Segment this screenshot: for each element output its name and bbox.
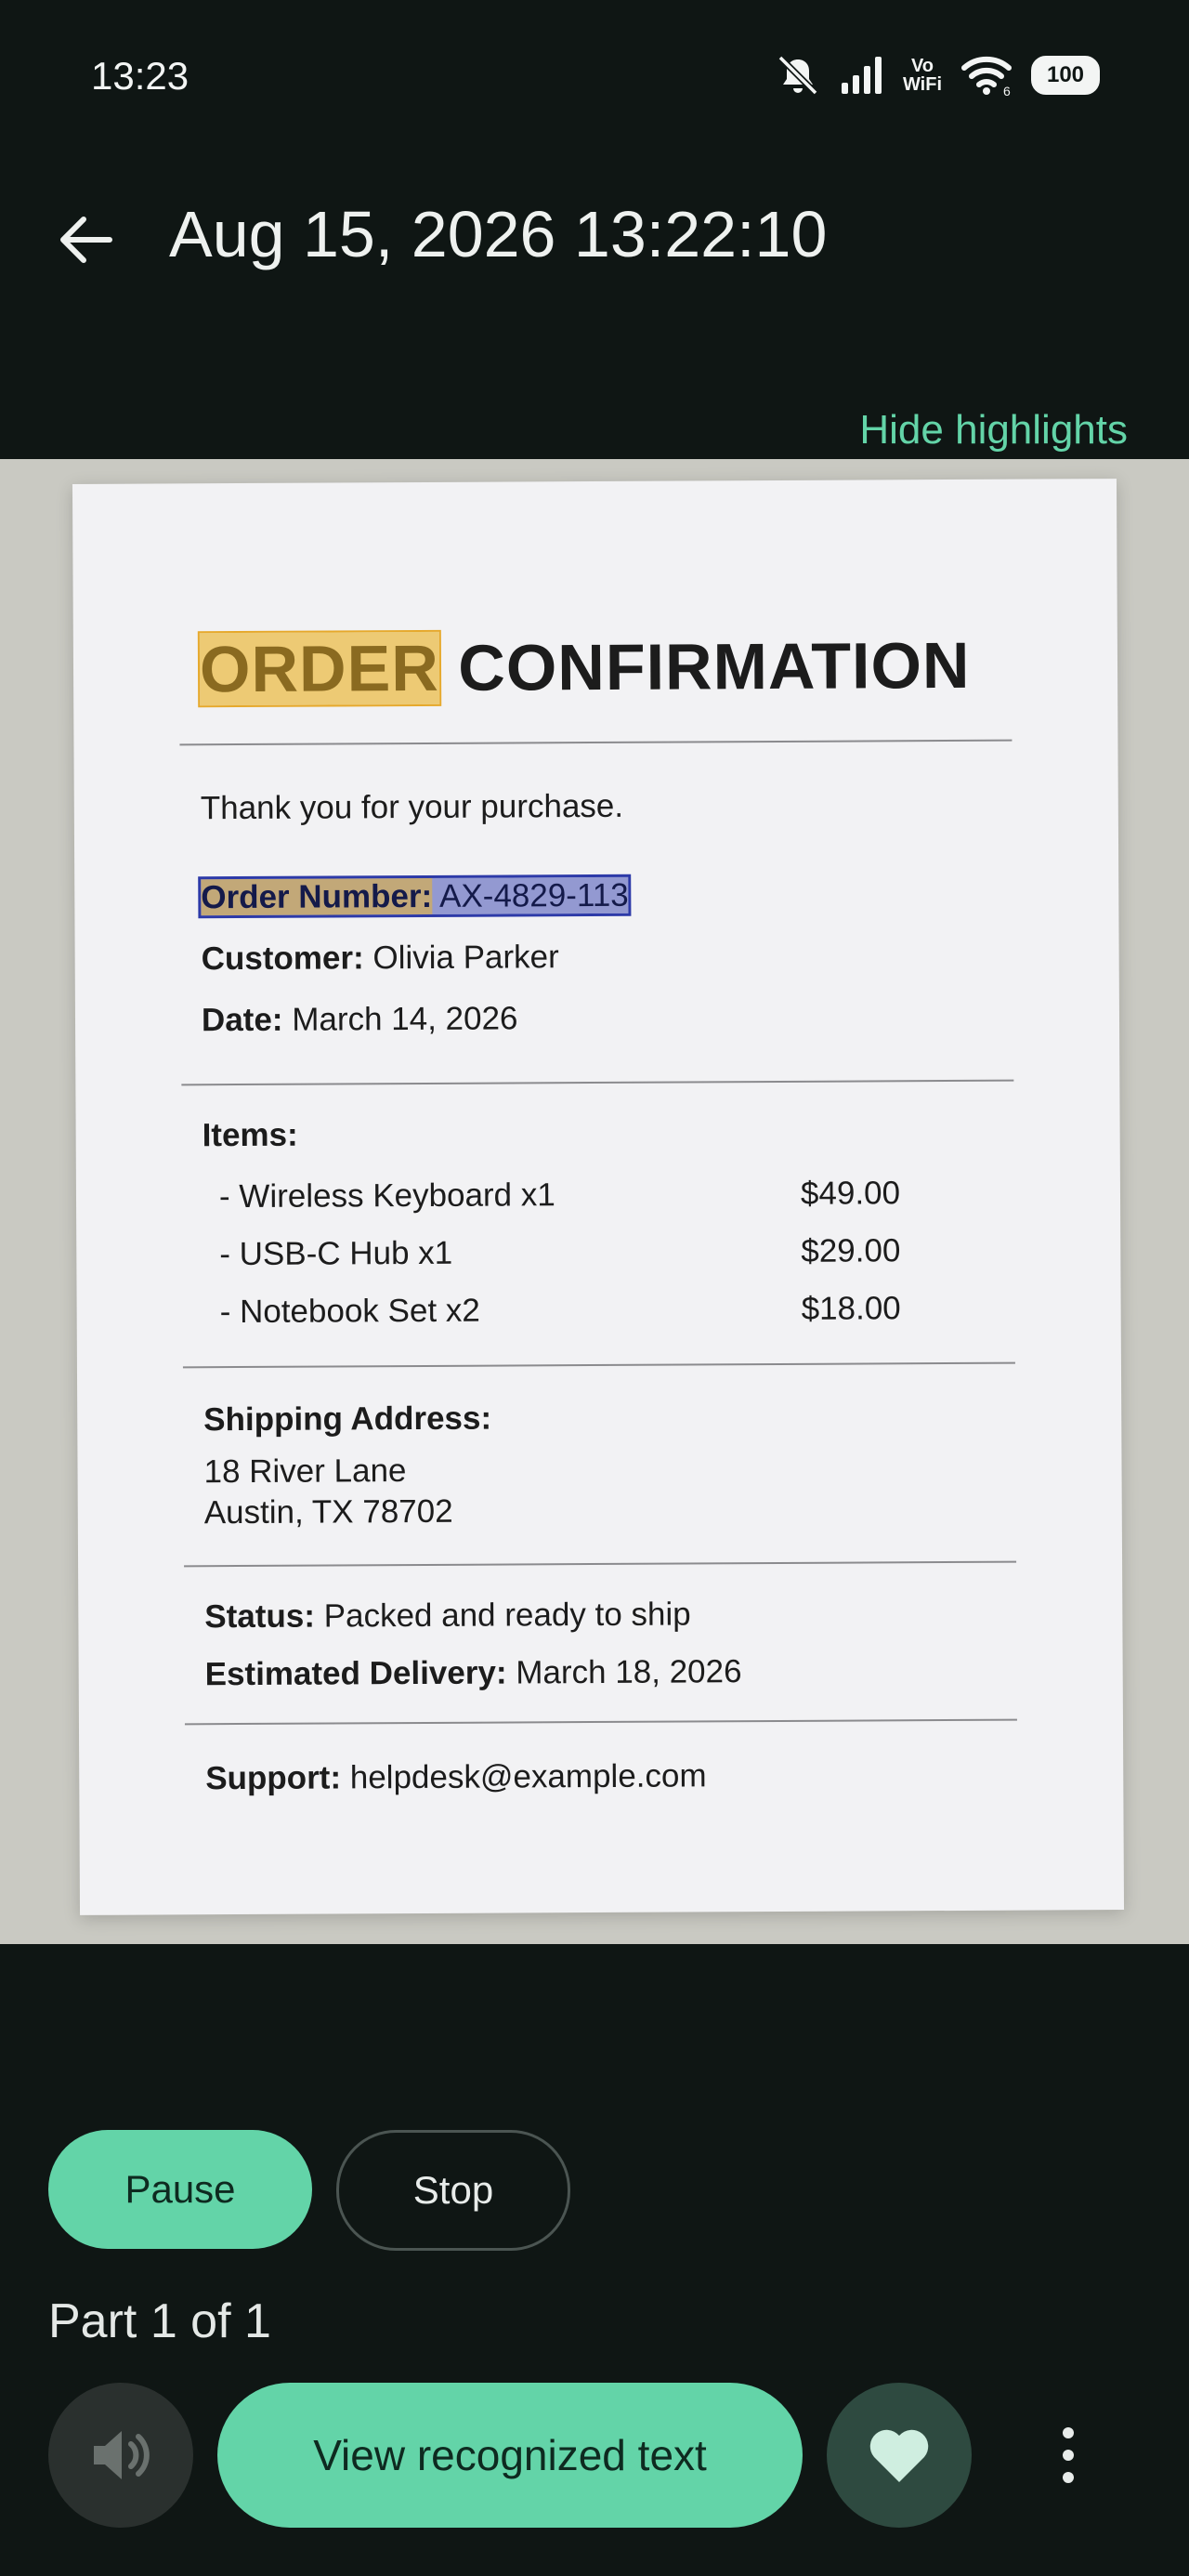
stop-button[interactable]: Stop bbox=[336, 2130, 570, 2251]
status-icons: Vo WiFi 6 100 bbox=[775, 52, 1100, 99]
order-number-value: AX-4829-113 bbox=[438, 876, 629, 914]
delivery-value: March 18, 2026 bbox=[516, 1653, 742, 1691]
signal-icon bbox=[841, 57, 882, 94]
wifi-six-label: 6 bbox=[1003, 84, 1011, 96]
item-price: $29.00 bbox=[801, 1232, 901, 1269]
customer-value: Olivia Parker bbox=[372, 939, 559, 977]
customer-line: Customer: Olivia Parker bbox=[202, 939, 559, 978]
address-line-1: 18 River Lane bbox=[203, 1452, 407, 1491]
favorite-button[interactable] bbox=[827, 2383, 972, 2528]
highlight-order-word: ORDER bbox=[197, 629, 442, 708]
more-options-button[interactable] bbox=[1040, 2416, 1096, 2494]
status-label: Status: bbox=[204, 1597, 316, 1636]
shipping-label: Shipping Address: bbox=[203, 1400, 492, 1439]
item-name: - Wireless Keyboard x1 bbox=[218, 1176, 555, 1216]
support-value: helpdesk@example.com bbox=[349, 1757, 707, 1796]
support-line: Support: helpdesk@example.com bbox=[205, 1757, 707, 1797]
date-line: Date: March 14, 2026 bbox=[202, 1000, 518, 1039]
wifi-icon: 6 bbox=[961, 56, 1012, 96]
hide-highlights-button[interactable]: Hide highlights bbox=[859, 407, 1128, 453]
items-label: Items: bbox=[202, 1116, 298, 1154]
status-time: 13:23 bbox=[91, 54, 189, 98]
highlighted-order-number: Order Number: AX-4829-113 bbox=[198, 874, 632, 919]
delivery-line: Estimated Delivery: March 18, 2026 bbox=[205, 1653, 742, 1693]
item-price: $18.00 bbox=[801, 1290, 901, 1327]
heading-confirmation: CONFIRMATION bbox=[458, 628, 971, 704]
divider bbox=[184, 1560, 1017, 1568]
document-heading: ORDER CONFIRMATION bbox=[197, 628, 971, 708]
divider bbox=[181, 1079, 1014, 1086]
vowifi-top: Vo bbox=[910, 56, 934, 76]
delivery-label: Estimated Delivery: bbox=[204, 1654, 507, 1693]
arrow-left-icon bbox=[60, 217, 112, 263]
customer-label: Customer: bbox=[201, 940, 364, 978]
order-number-line: Order Number: AX-4829-113 bbox=[198, 874, 632, 919]
vowifi-icon: Vo WiFi bbox=[903, 57, 942, 94]
page-title: Aug 15, 2026 13:22:10 bbox=[169, 198, 828, 270]
divider bbox=[182, 1361, 1015, 1369]
vowifi-bottom: WiFi bbox=[902, 74, 942, 95]
status-value: Packed and ready to ship bbox=[323, 1596, 691, 1635]
more-dot bbox=[1063, 2472, 1074, 2483]
item-price: $49.00 bbox=[800, 1175, 901, 1212]
divider bbox=[179, 739, 1013, 746]
back-button[interactable] bbox=[52, 206, 119, 273]
item-name: - Notebook Set x2 bbox=[219, 1292, 480, 1331]
document-page: ORDER CONFIRMATION Thank you for your pu… bbox=[72, 479, 1125, 1915]
address-line-2: Austin, TX 78702 bbox=[203, 1492, 453, 1531]
thanks-text: Thank you for your purchase. bbox=[200, 787, 624, 827]
date-label: Date: bbox=[201, 1001, 283, 1039]
speaker-icon bbox=[94, 2431, 150, 2479]
status-line: Status: Packed and ready to ship bbox=[204, 1596, 691, 1636]
part-indicator: Part 1 of 1 bbox=[48, 2294, 271, 2348]
item-name: - USB-C Hub x1 bbox=[219, 1234, 453, 1273]
heart-icon bbox=[869, 2429, 929, 2482]
battery-icon: 100 bbox=[1031, 56, 1100, 95]
document-photo: ORDER CONFIRMATION Thank you for your pu… bbox=[0, 459, 1189, 1944]
order-number-label: Order Number: bbox=[201, 877, 433, 916]
more-vertical-icon bbox=[1063, 2427, 1074, 2438]
date-value: March 14, 2026 bbox=[292, 1000, 518, 1038]
divider bbox=[184, 1718, 1017, 1726]
more-dot bbox=[1063, 2450, 1074, 2461]
support-label: Support: bbox=[205, 1759, 342, 1797]
speaker-button[interactable] bbox=[48, 2383, 193, 2528]
mute-bell-icon bbox=[777, 55, 818, 96]
view-recognized-text-button[interactable]: View recognized text bbox=[217, 2383, 803, 2528]
pause-button[interactable]: Pause bbox=[48, 2130, 312, 2249]
